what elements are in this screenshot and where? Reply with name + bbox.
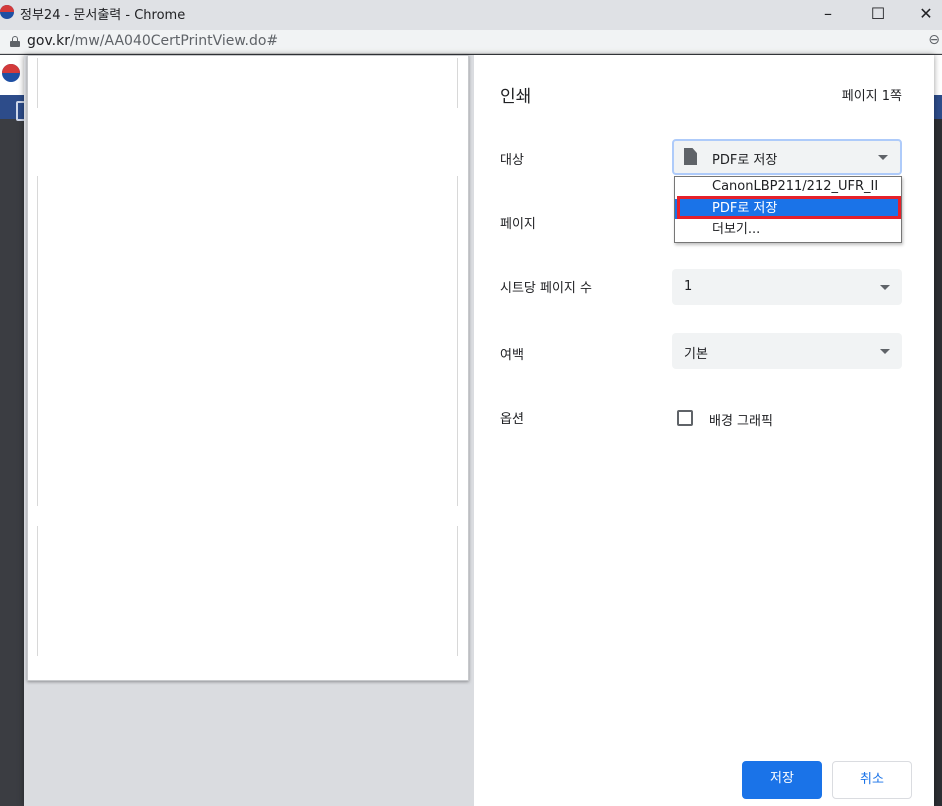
pages-per-sheet-value: 1 — [684, 279, 693, 294]
save-button[interactable]: 저장 — [742, 761, 822, 799]
destination-option-canon[interactable]: CanonLBP211/212_UFR_II — [675, 177, 901, 197]
selection-highlight-box — [677, 196, 901, 219]
margins-value: 기본 — [684, 347, 708, 362]
background-graphics-label[interactable]: 배경 그래픽 — [709, 410, 773, 429]
minimize-button[interactable]: – — [806, 0, 850, 30]
destination-option-more[interactable]: 더보기... — [675, 220, 901, 240]
chevron-down-icon — [878, 155, 888, 160]
chevron-down-icon — [880, 285, 890, 290]
file-icon — [684, 148, 697, 165]
close-button[interactable]: ✕ — [904, 0, 942, 30]
chevron-down-icon — [880, 349, 890, 354]
window-titlebar: 정부24 - 문서출력 - Chrome – ☐ ✕ — [0, 0, 942, 30]
destination-dropdown: CanonLBP211/212_UFR_II PDF로 저장 더보기... — [674, 176, 902, 243]
url-path: /mw/AA040CertPrintView.do# — [69, 33, 279, 49]
print-title: 인쇄 — [500, 87, 532, 107]
margins-select[interactable]: 기본 — [672, 333, 902, 369]
pages-label: 페이지 — [500, 217, 536, 232]
gov-logo-icon — [2, 64, 20, 82]
zoom-icon[interactable]: ⊖ — [928, 32, 940, 48]
background-edge — [934, 119, 942, 806]
pages-per-sheet-select[interactable]: 1 — [672, 269, 902, 305]
destination-label: 대상 — [500, 153, 524, 168]
destination-select[interactable]: PDF로 저장 — [672, 139, 902, 175]
print-dialog: 인쇄 페이지 1쪽 대상 PDF로 저장 페이지 시트당 페이지 수 1 여백 … — [24, 55, 934, 806]
destination-value: PDF로 저장 — [712, 153, 778, 168]
background-graphics-checkbox[interactable] — [677, 410, 693, 426]
page-count: 페이지 1쪽 — [841, 89, 902, 104]
margins-label: 여백 — [500, 348, 524, 363]
print-preview-area — [24, 55, 474, 806]
print-settings-panel: 인쇄 페이지 1쪽 대상 PDF로 저장 페이지 시트당 페이지 수 1 여백 … — [474, 55, 934, 806]
gov-logo-icon — [0, 5, 14, 19]
url-text[interactable]: gov.kr/mw/AA040CertPrintView.do# — [27, 33, 278, 49]
lock-icon[interactable] — [10, 36, 20, 47]
maximize-button[interactable]: ☐ — [856, 0, 900, 30]
cancel-button[interactable]: 취소 — [832, 761, 912, 799]
print-preview-page — [27, 55, 469, 681]
url-host: gov.kr — [27, 33, 70, 49]
address-bar: gov.kr/mw/AA040CertPrintView.do# ⊖ — [0, 30, 942, 54]
pages-per-sheet-label: 시트당 페이지 수 — [500, 281, 592, 296]
options-label: 옵션 — [500, 412, 524, 427]
window-title: 정부24 - 문서출력 - Chrome — [20, 8, 186, 23]
